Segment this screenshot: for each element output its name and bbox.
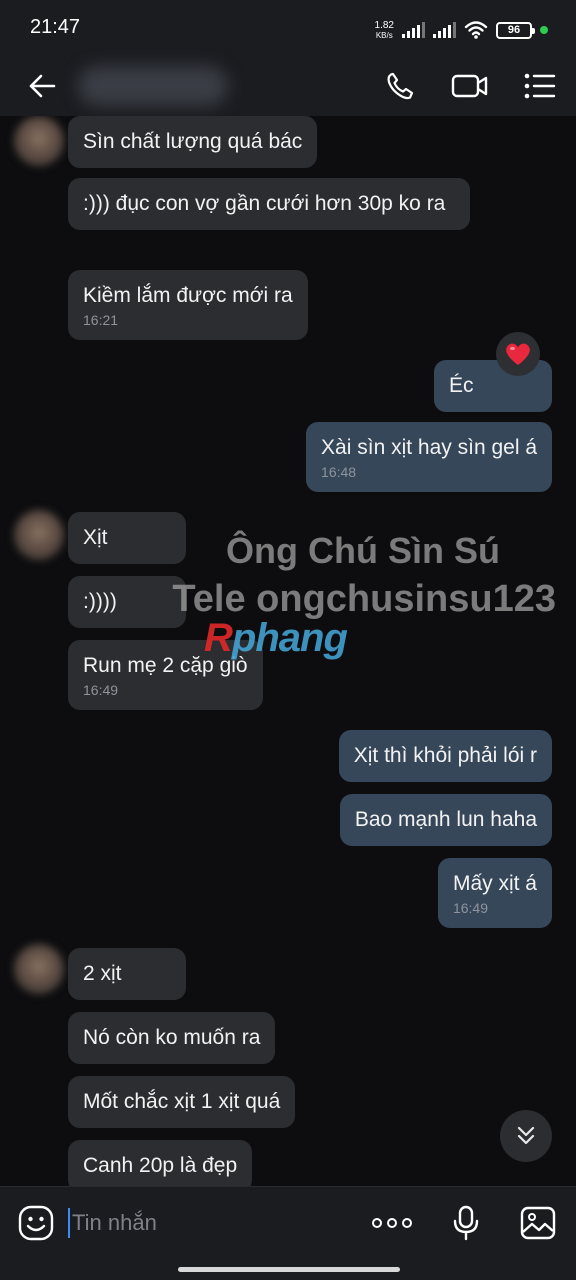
- signal-1-icon: [402, 22, 425, 38]
- message-text: :))) đục con vợ gần cưới hơn 30p ko ra: [83, 192, 446, 215]
- emoji-icon[interactable]: [16, 1203, 56, 1243]
- wifi-icon: [464, 21, 488, 39]
- message-text: Éc: [449, 374, 474, 397]
- microphone-icon[interactable]: [446, 1203, 486, 1243]
- text-cursor: [68, 1208, 70, 1238]
- home-indicator[interactable]: [178, 1267, 400, 1272]
- status-bar: 21:47 1.82 KB/s 96: [0, 0, 576, 56]
- battery-icon: 96: [496, 21, 535, 39]
- message-text: Xài sìn xịt hay sìn gel á: [321, 436, 537, 459]
- message-input[interactable]: [72, 1205, 342, 1241]
- status-time: 21:47: [30, 16, 81, 38]
- watermark-brand-logo: Rphang: [204, 616, 348, 661]
- more-icon[interactable]: [372, 1203, 412, 1243]
- chat-header: [0, 56, 576, 116]
- contact-avatar[interactable]: [14, 944, 64, 994]
- message-text: Canh 20p là đẹp: [83, 1154, 238, 1177]
- message-text: Sìn chất lượng quá bác: [83, 130, 303, 153]
- message-text: 2 xịt: [83, 962, 122, 985]
- message-time: 16:49: [83, 682, 119, 698]
- message-bubble-incoming[interactable]: Mốt chắc xịt 1 xịt quá: [68, 1076, 296, 1128]
- reaction-badge[interactable]: [496, 332, 540, 376]
- watermark-line-2: Tele ongchusinsu123: [172, 578, 556, 620]
- message-time: 16:48: [321, 464, 357, 480]
- image-icon[interactable]: [518, 1203, 558, 1243]
- battery-level: 96: [507, 24, 521, 36]
- network-speed-unit: KB/s: [375, 30, 393, 40]
- watermark-brand-r: R: [204, 616, 233, 660]
- scroll-to-bottom-button[interactable]: [500, 1110, 552, 1162]
- message-time: 16:49: [452, 900, 489, 916]
- message-bubble-outgoing[interactable]: Mấy xịt á 16:49: [437, 858, 552, 928]
- message-composer: [0, 1186, 576, 1280]
- privacy-indicator-dot: [540, 26, 548, 34]
- contact-avatar[interactable]: [14, 116, 64, 166]
- heart-reaction-icon: [506, 343, 530, 365]
- message-text: Bao mạnh lun haha: [354, 808, 537, 831]
- video-call-icon[interactable]: [450, 66, 490, 106]
- network-speed-value: 1.82: [374, 19, 394, 31]
- watermark-line-1: Ông Chú Sìn Sú: [226, 530, 500, 571]
- message-text: Xịt thì khỏi phải lói r: [353, 744, 537, 767]
- message-text: Mấy xịt á: [452, 872, 537, 895]
- message-bubble-incoming[interactable]: Kiềm lắm được mới ra 16:21: [68, 270, 308, 340]
- contact-name-blurred[interactable]: [78, 66, 228, 106]
- message-bubble-incoming[interactable]: :))) đục con vợ gần cưới hơn 30p ko ra: [68, 178, 470, 230]
- network-speed: 1.82 KB/s: [374, 19, 394, 40]
- message-text: Nó còn ko muốn ra: [83, 1026, 261, 1049]
- message-bubble-incoming[interactable]: Sìn chất lượng quá bác: [68, 116, 318, 168]
- message-bubble-incoming[interactable]: 2 xịt: [68, 948, 186, 1000]
- status-indicators: 1.82 KB/s 96: [375, 18, 548, 42]
- message-bubble-outgoing[interactable]: Bao mạnh lun haha: [339, 794, 552, 846]
- back-arrow-icon[interactable]: [22, 66, 62, 106]
- message-text: Kiềm lắm được mới ra: [83, 284, 293, 307]
- message-list[interactable]: Sìn chất lượng quá bác :))) đục con vợ g…: [0, 116, 576, 1186]
- message-text: Mốt chắc xịt 1 xịt quá: [83, 1090, 281, 1113]
- message-bubble-incoming[interactable]: Nó còn ko muốn ra: [68, 1012, 276, 1064]
- message-bubble-outgoing[interactable]: Xài sìn xịt hay sìn gel á 16:48: [306, 422, 552, 492]
- message-time: 16:21: [83, 312, 119, 328]
- signal-2-icon: [433, 22, 456, 38]
- message-bubble-incoming[interactable]: Canh 20p là đẹp: [68, 1140, 253, 1186]
- double-chevron-down-icon: [517, 1126, 535, 1145]
- message-bubble-outgoing[interactable]: Xịt thì khỏi phải lói r: [338, 730, 552, 782]
- watermark-brand-text: phang: [231, 616, 348, 660]
- menu-list-icon[interactable]: [520, 66, 560, 106]
- phone-icon[interactable]: [380, 66, 420, 106]
